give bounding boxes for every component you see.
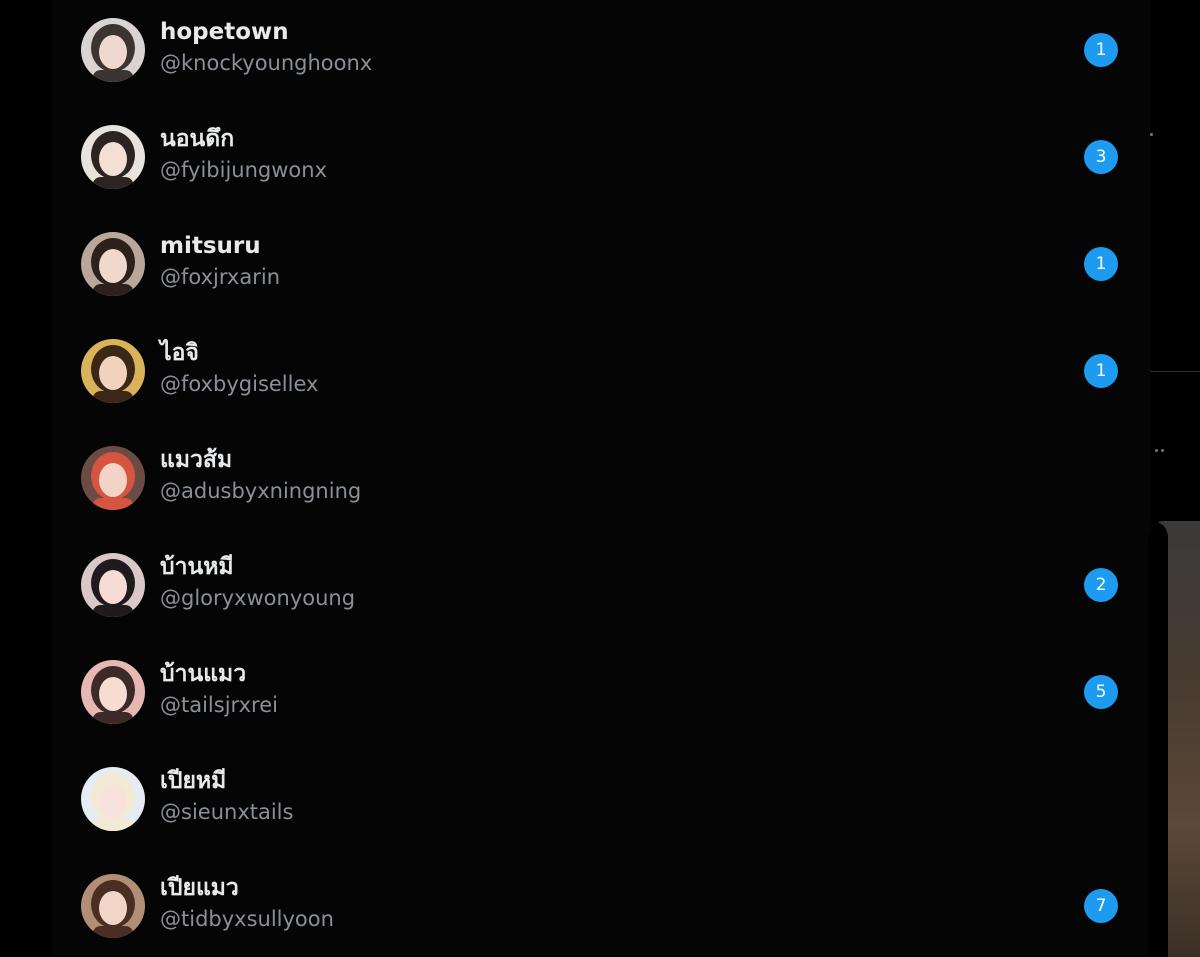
avatar-image bbox=[81, 446, 145, 510]
display-name: นอนดึก bbox=[160, 126, 235, 152]
unread-count-badge: 5 bbox=[1084, 675, 1118, 709]
display-name: แมวส้ม bbox=[160, 447, 233, 473]
user-handle: @gloryxwonyoung bbox=[160, 586, 356, 610]
avatar[interactable] bbox=[81, 660, 145, 724]
unread-count-badge: 3 bbox=[1084, 140, 1118, 174]
display-name: mitsuru bbox=[160, 233, 261, 259]
right-more-dot bbox=[1161, 449, 1164, 452]
messages-screen: hopetown @knockyounghoonx 1 นอนดึก @fyib… bbox=[0, 0, 1200, 957]
avatar-image bbox=[81, 553, 145, 617]
conversation-row[interactable]: mitsuru @foxjrxarin 1 bbox=[52, 210, 1150, 317]
unread-count-badge: 1 bbox=[1084, 247, 1118, 281]
user-handle: @foxbygisellex bbox=[160, 372, 319, 396]
display-name: เปียหมี bbox=[160, 768, 227, 794]
avatar-image bbox=[81, 660, 145, 724]
user-handle: @tidbyxsullyoon bbox=[160, 907, 334, 931]
conversation-row[interactable]: เปียแมว @tidbyxsullyoon 7 bbox=[52, 852, 1150, 957]
conversation-row[interactable]: นอนดึก @fyibijungwonx 3 bbox=[52, 103, 1150, 210]
conversation-row[interactable]: บ้านแมว @tailsjrxrei 5 bbox=[52, 638, 1150, 745]
right-column-divider bbox=[1150, 371, 1200, 372]
conversation-row[interactable]: เปียหมี @sieunxtails bbox=[52, 745, 1150, 852]
avatar[interactable] bbox=[81, 553, 145, 617]
avatar[interactable] bbox=[81, 874, 145, 938]
display-name: ไอจิ bbox=[160, 340, 199, 366]
unread-count-badge: 1 bbox=[1084, 354, 1118, 388]
user-handle: @adusbyxningning bbox=[160, 479, 362, 503]
avatar-image bbox=[81, 874, 145, 938]
avatar[interactable] bbox=[81, 339, 145, 403]
avatar-image bbox=[81, 339, 145, 403]
conversation-row[interactable]: บ้านหมี @gloryxwonyoung 2 bbox=[52, 531, 1150, 638]
avatar[interactable] bbox=[81, 232, 145, 296]
user-handle: @sieunxtails bbox=[160, 800, 294, 824]
user-handle: @foxjrxarin bbox=[160, 265, 281, 289]
display-name: บ้านหมี bbox=[160, 554, 234, 580]
right-more-dot bbox=[1155, 449, 1158, 452]
display-name: hopetown bbox=[160, 19, 289, 45]
avatar[interactable] bbox=[81, 125, 145, 189]
right-media-preview bbox=[1148, 521, 1200, 957]
avatar[interactable] bbox=[81, 767, 145, 831]
user-handle: @fyibijungwonx bbox=[160, 158, 327, 182]
unread-count-badge: 7 bbox=[1084, 889, 1118, 923]
right-dot bbox=[1150, 133, 1153, 136]
user-handle: @knockyounghoonx bbox=[160, 51, 373, 75]
display-name: บ้านแมว bbox=[160, 661, 247, 687]
avatar-image bbox=[81, 767, 145, 831]
avatar-image bbox=[81, 18, 145, 82]
avatar[interactable] bbox=[81, 446, 145, 510]
conversation-row[interactable]: hopetown @knockyounghoonx 1 bbox=[52, 0, 1150, 103]
unread-count-badge: 1 bbox=[1084, 33, 1118, 67]
conversation-list: hopetown @knockyounghoonx 1 นอนดึก @fyib… bbox=[52, 0, 1150, 957]
avatar-image bbox=[81, 125, 145, 189]
avatar[interactable] bbox=[81, 18, 145, 82]
unread-count-badge: 2 bbox=[1084, 568, 1118, 602]
user-handle: @tailsjrxrei bbox=[160, 693, 278, 717]
avatar-image bbox=[81, 232, 145, 296]
display-name: เปียแมว bbox=[160, 875, 239, 901]
conversation-row[interactable]: ไอจิ @foxbygisellex 1 bbox=[52, 317, 1150, 424]
conversation-row[interactable]: แมวส้ม @adusbyxningning bbox=[52, 424, 1150, 531]
